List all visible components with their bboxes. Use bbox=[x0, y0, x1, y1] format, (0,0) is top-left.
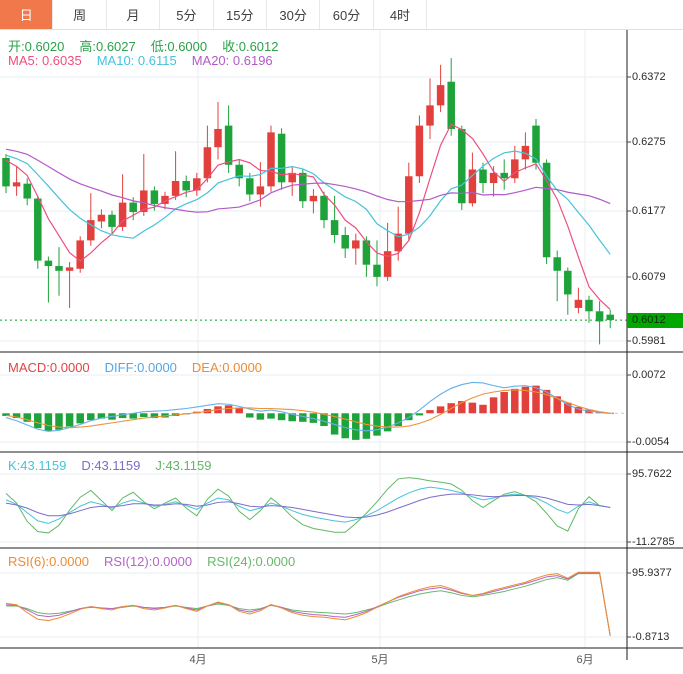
y-axis-label: -0.8713 bbox=[632, 631, 669, 643]
readout-value: D:43.1159 bbox=[81, 458, 140, 473]
y-axis-label: 95.9377 bbox=[632, 567, 672, 579]
x-axis-label: 4月 bbox=[189, 651, 206, 667]
readout-value: RSI(12):0.0000 bbox=[104, 554, 192, 569]
chart-area: 开:0.6020 高:0.6027 低:0.6000 收:0.6012 MA5: 0.… bbox=[0, 30, 683, 674]
y-axis-label: -11.2785 bbox=[632, 536, 675, 548]
readout-value: DEA:0.0000 bbox=[192, 360, 262, 375]
readout-value: 低:0.6000 bbox=[151, 39, 207, 54]
readout-value: DIFF:0.0000 bbox=[105, 360, 177, 375]
y-axis-label: 0.6177 bbox=[632, 205, 666, 217]
readout-value: MA5: 0.6035 bbox=[8, 53, 82, 68]
y-axis-label: 0.6372 bbox=[632, 71, 666, 83]
x-axis-label: 6月 bbox=[576, 651, 593, 667]
readout-value: J:43.1159 bbox=[155, 458, 211, 473]
readout-value: 收:0.6012 bbox=[222, 39, 278, 54]
readout-value: 开:0.6020 bbox=[8, 39, 64, 54]
tab-month[interactable]: 月 bbox=[107, 0, 160, 29]
tab-5min[interactable]: 5分 bbox=[160, 0, 213, 29]
ma-readout: MA5: 0.6035 MA10: 0.6115 MA20: 0.6196 bbox=[8, 53, 288, 68]
macd-readout: MACD:0.0000 DIFF:0.0000 DEA:0.0000 bbox=[8, 360, 277, 375]
tab-30min[interactable]: 30分 bbox=[267, 0, 320, 29]
readout-value: RSI(24):0.0000 bbox=[207, 554, 295, 569]
y-axis-label: 0.6079 bbox=[632, 271, 666, 283]
y-axis-label: -0.0054 bbox=[632, 436, 669, 448]
y-axis-label: 0.0072 bbox=[632, 369, 666, 381]
tab-week[interactable]: 周 bbox=[53, 0, 106, 29]
tab-4hour[interactable]: 4时 bbox=[374, 0, 427, 29]
readout-value: MACD:0.0000 bbox=[8, 360, 90, 375]
chart-app: 日周月5分15分30分60分4时 开:0.6020 高:0.6027 低:0.600… bbox=[0, 0, 683, 674]
current-price-tag: 0.6012 bbox=[627, 313, 683, 328]
readout-value: K:43.1159 bbox=[8, 458, 66, 473]
readout-value: RSI(6):0.0000 bbox=[8, 554, 89, 569]
tab-60min[interactable]: 60分 bbox=[320, 0, 373, 29]
rsi-readout: RSI(6):0.0000 RSI(12):0.0000 RSI(24):0.000… bbox=[8, 554, 310, 569]
readout-value: 高:0.6027 bbox=[79, 39, 135, 54]
y-axis-label: 0.6275 bbox=[632, 136, 666, 148]
chart-canvas[interactable] bbox=[0, 30, 683, 674]
y-axis-label: 0.5981 bbox=[632, 335, 666, 347]
tab-15min[interactable]: 15分 bbox=[214, 0, 267, 29]
timeframe-tabbar: 日周月5分15分30分60分4时 bbox=[0, 0, 683, 30]
readout-value: MA20: 0.6196 bbox=[192, 53, 273, 68]
x-axis-label: 5月 bbox=[371, 651, 388, 667]
tab-day[interactable]: 日 bbox=[0, 0, 53, 29]
readout-value: MA10: 0.6115 bbox=[97, 53, 177, 68]
kdj-readout: K:43.1159 D:43.1159 J:43.1159 bbox=[8, 458, 226, 473]
y-axis-label: 95.7622 bbox=[632, 468, 672, 480]
